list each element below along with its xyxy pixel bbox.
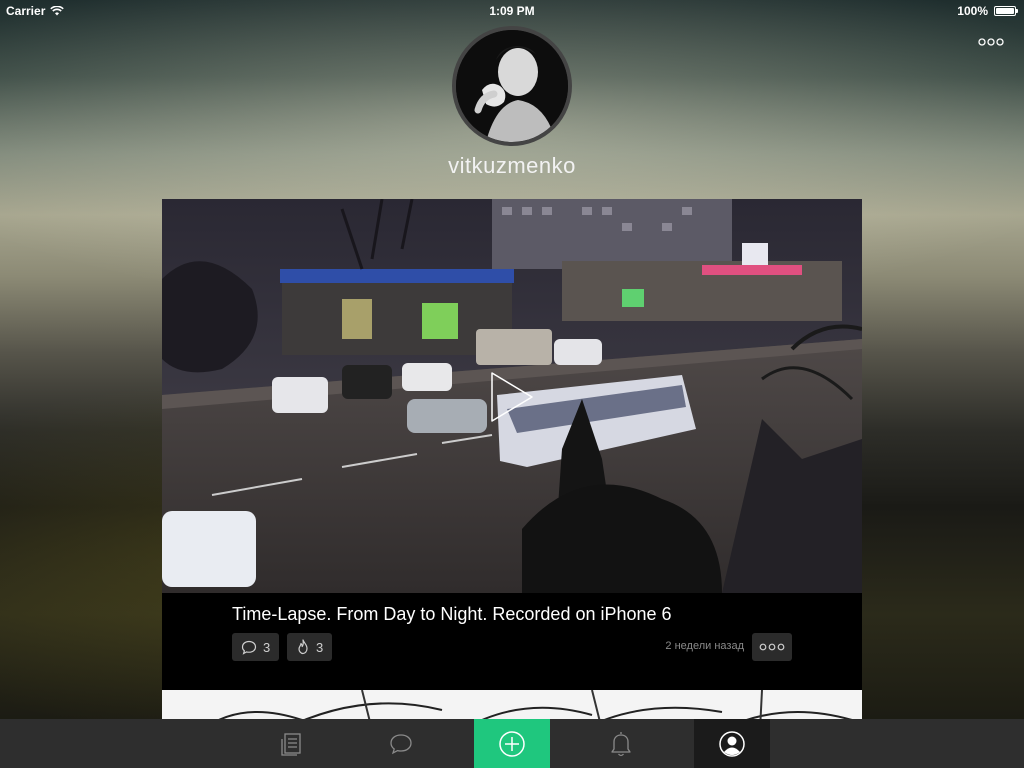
likes-button[interactable]: 3 [287,633,333,661]
battery-percent: 100% [957,4,988,18]
tab-profile[interactable] [694,719,770,768]
tab-messages[interactable] [363,719,439,768]
username: vitkuzmenko [448,153,576,178]
status-time: 1:09 PM [489,4,535,18]
profile-icon [719,730,745,757]
comments-count: 3 [263,639,271,655]
more-options-button[interactable] [978,34,1004,52]
more-dots-icon [978,38,1004,46]
tab-bar [0,719,1024,768]
profile-avatar[interactable] [452,26,572,146]
likes-count: 3 [316,639,324,655]
flame-icon [298,639,308,655]
status-right: 100% [957,4,1018,18]
post-card: Time-Lapse. From Day to Night. Recorded … [162,199,862,690]
status-bar: Carrier 1:09 PM 100% [0,0,1024,22]
tab-feed[interactable] [253,719,329,768]
bell-icon [611,731,631,756]
post-timestamp: 2 недели назад [665,640,744,652]
more-dots-icon [759,643,785,651]
feed-icon [281,732,301,756]
chat-bubble-icon [390,733,412,754]
post-info: Time-Lapse. From Day to Night. Recorded … [162,593,862,690]
video-thumbnail[interactable] [162,199,862,593]
post-title[interactable]: Time-Lapse. From Day to Night. Recorded … [232,604,672,625]
tab-create[interactable] [474,719,550,768]
comment-icon [241,640,257,655]
plus-circle-icon [499,730,525,757]
battery-icon [994,6,1018,16]
post-more-button[interactable] [752,633,792,661]
avatar-photo [456,30,568,142]
tab-notifications[interactable] [583,719,659,768]
play-icon[interactable] [484,369,540,425]
comments-button[interactable]: 3 [232,633,280,661]
